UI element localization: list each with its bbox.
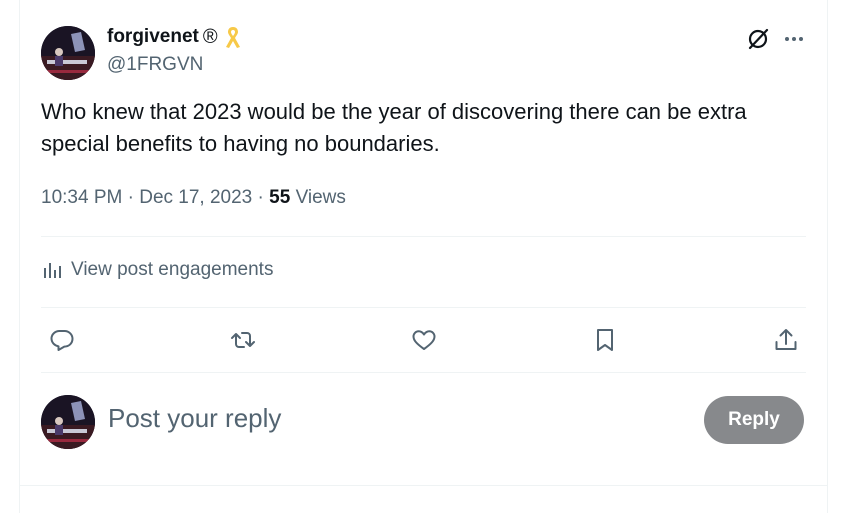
heart-icon <box>412 330 436 350</box>
speech-bubble-icon <box>50 330 74 351</box>
author-avatar[interactable] <box>41 26 95 80</box>
post-text: Who knew that 2023 would be the year of … <box>41 99 747 156</box>
frame-left-border <box>19 0 20 513</box>
divider <box>41 307 806 308</box>
post-date[interactable]: Dec 17, 2023 <box>139 187 252 208</box>
meta-separator: · <box>257 187 264 208</box>
current-user-avatar[interactable] <box>41 395 95 449</box>
like-action-button[interactable] <box>410 326 438 354</box>
grok-icon[interactable] <box>746 27 770 51</box>
bookmark-icon <box>597 329 613 351</box>
divider <box>41 372 806 373</box>
author-display-name[interactable]: forgivenet ® <box>107 25 242 49</box>
more-options-icon[interactable] <box>782 27 806 51</box>
views-count: 55 <box>269 187 291 208</box>
frame-right-border <box>827 0 828 513</box>
reply-button[interactable]: Reply <box>704 396 804 444</box>
author-handle[interactable]: @1FRGVN <box>107 54 203 76</box>
retweet-action-button[interactable] <box>229 326 257 354</box>
reply-input[interactable] <box>108 403 668 434</box>
share-upload-icon <box>775 329 797 350</box>
post-time[interactable]: 10:34 PM <box>41 187 122 208</box>
view-engagements-link[interactable]: View post engagements <box>41 259 273 281</box>
meta-separator: · <box>127 187 134 208</box>
views-label: Views <box>295 187 346 208</box>
reply-action-button[interactable] <box>48 326 76 354</box>
retweet-icon <box>231 332 255 348</box>
registered-mark: ® <box>202 25 218 48</box>
bookmark-action-button[interactable] <box>591 326 619 354</box>
post-metadata: 10:34 PM · Dec 17, 2023 · 55 Views <box>41 187 346 209</box>
avatar-image <box>41 395 95 449</box>
yellow-ribbon-icon <box>224 25 242 49</box>
display-name-text: forgivenet <box>107 26 199 47</box>
share-action-button[interactable] <box>772 326 800 354</box>
engagements-label: View post engagements <box>71 259 274 280</box>
avatar-image <box>41 26 95 80</box>
analytics-bars-icon <box>44 263 61 278</box>
divider <box>20 485 827 486</box>
divider <box>41 236 806 237</box>
